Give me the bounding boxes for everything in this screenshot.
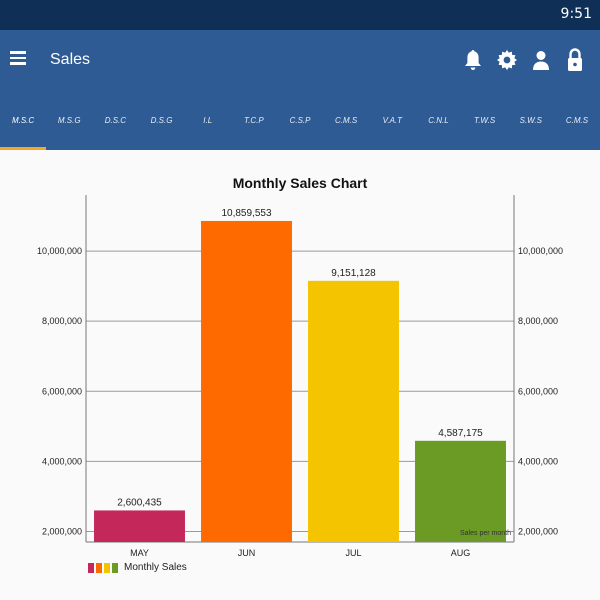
y-tick-label-right: 10,000,000 — [518, 246, 563, 256]
bar-aug — [415, 440, 506, 542]
bar-jun — [201, 220, 292, 542]
action-icons — [456, 45, 592, 75]
person-icon[interactable] — [524, 45, 558, 75]
tab-item[interactable]: M.S.C — [0, 90, 47, 150]
legend-swatches — [88, 562, 120, 573]
menu-icon[interactable] — [10, 48, 30, 72]
y-tick-label-right: 6,000,000 — [518, 386, 558, 396]
y-tick-label-left: 6,000,000 — [42, 386, 82, 396]
y-tick-label-right: 2,000,000 — [518, 526, 558, 536]
tab-item[interactable]: D.S.C — [92, 90, 138, 150]
legend-swatch — [88, 562, 94, 573]
y-tick-label-left: 10,000,000 — [37, 246, 82, 256]
data-label: 4,587,175 — [438, 428, 483, 439]
tab-item[interactable]: D.S.G — [138, 90, 184, 150]
tab-item[interactable]: T.C.P — [231, 90, 277, 150]
bell-icon[interactable] — [456, 45, 490, 75]
bar-jul — [308, 280, 399, 542]
page-title: Sales — [50, 51, 91, 68]
legend-swatch — [112, 562, 118, 573]
x-tick-label: AUG — [451, 548, 471, 558]
tab-item[interactable]: I.L — [185, 90, 231, 150]
chart-annotation: Sales per month — [460, 530, 511, 537]
tab-item[interactable]: V.A.T — [369, 90, 415, 150]
legend-label: Monthly Sales — [124, 562, 187, 573]
chart-title: Monthly Sales Chart — [232, 175, 368, 191]
data-label: 2,600,435 — [117, 497, 162, 508]
gear-icon[interactable] — [490, 45, 524, 75]
data-label: 10,859,553 — [221, 208, 271, 219]
y-tick-label-left: 2,000,000 — [42, 526, 82, 536]
app-bar: Sales — [0, 30, 600, 90]
tab-item[interactable]: T.W.S — [462, 90, 508, 150]
x-tick-label: JUN — [238, 548, 256, 558]
x-tick-label: JUL — [345, 548, 361, 558]
legend-swatch — [96, 562, 102, 573]
y-tick-label-left: 4,000,000 — [42, 456, 82, 466]
y-tick-label-left: 8,000,000 — [42, 316, 82, 326]
status-bar: 9:51 — [0, 0, 600, 30]
tab-item[interactable]: M.S.G — [46, 90, 92, 150]
tab-item[interactable]: C.S.P — [277, 90, 323, 150]
legend-swatch — [104, 562, 110, 573]
tab-item[interactable]: C.M.S — [323, 90, 369, 150]
y-tick-label-right: 8,000,000 — [518, 316, 558, 326]
lock-icon[interactable] — [558, 45, 592, 75]
tab-item[interactable]: S.W.S — [508, 90, 554, 150]
chart-legend[interactable]: Monthly Sales — [88, 562, 187, 573]
data-label: 9,151,128 — [331, 268, 376, 279]
x-tick-label: MAY — [130, 548, 149, 558]
tab-item[interactable]: C.M.S — [554, 90, 600, 150]
tab-bar: M.S.C M.S.G D.S.C D.S.G I.L T.C.P C.S.P C.M.S V.… — [0, 90, 600, 150]
tab-item[interactable]: C.N.L — [415, 90, 461, 150]
bar-may — [94, 510, 185, 542]
y-tick-label-right: 4,000,000 — [518, 456, 558, 466]
chart-area: 2,000,000 2,000,000 4,000,000 4,000,000 6,00… — [0, 150, 600, 600]
status-time: 9:51 — [560, 6, 592, 22]
